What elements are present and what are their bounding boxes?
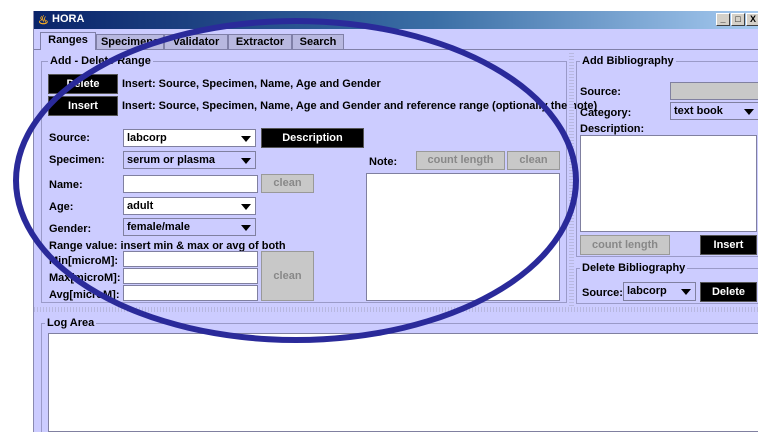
note-count-length-button[interactable]: count length: [416, 151, 505, 170]
bib-count-length-button[interactable]: count length: [580, 235, 670, 255]
name-label: Name:: [49, 179, 83, 191]
name-clean-button[interactable]: clean: [261, 174, 314, 193]
bib-insert-button[interactable]: Insert: [700, 235, 757, 255]
bib-description-label: Description:: [580, 123, 645, 135]
min-label: Min[microM]:: [49, 255, 119, 267]
title-bar[interactable]: ♨ HORA _ □ X: [34, 11, 758, 29]
chevron-down-icon: [241, 225, 251, 231]
horizontal-splitter[interactable]: [34, 307, 758, 312]
log-area-title: Log Area: [45, 317, 97, 329]
chevron-down-icon: [241, 158, 251, 164]
name-input[interactable]: [123, 175, 258, 193]
source-value: labcorp: [127, 132, 167, 144]
specimen-value: serum or plasma: [127, 154, 216, 166]
delete-bib-source-value: labcorp: [627, 285, 667, 297]
gender-value: female/male: [127, 221, 190, 233]
range-clean-button[interactable]: clean: [261, 251, 314, 301]
log-textarea[interactable]: [48, 333, 758, 432]
tab-ranges[interactable]: Ranges: [40, 32, 96, 50]
tab-validator[interactable]: Validator: [164, 34, 228, 50]
chevron-down-icon: [681, 289, 691, 295]
bib-delete-button[interactable]: Delete: [700, 282, 757, 302]
insert-hint: Insert: Source, Specimen, Name, Age and …: [122, 100, 598, 112]
chevron-down-icon: [241, 204, 251, 210]
java-cup-icon: ♨: [38, 13, 49, 27]
max-label: Max[microM]:: [49, 272, 121, 284]
minimize-button[interactable]: _: [716, 13, 730, 26]
tab-search[interactable]: Search: [292, 34, 344, 50]
vertical-splitter[interactable]: [569, 52, 574, 306]
max-input[interactable]: [123, 268, 258, 284]
source-label: Source:: [49, 132, 90, 144]
source-dropdown[interactable]: labcorp: [123, 129, 256, 147]
age-value: adult: [127, 200, 154, 212]
delete-bib-source-dropdown[interactable]: labcorp: [623, 282, 696, 301]
bib-category-dropdown[interactable]: text book: [670, 102, 758, 120]
bib-description-textarea[interactable]: [580, 135, 757, 232]
bib-source-label: Source:: [580, 86, 621, 98]
delete-range-button[interactable]: Delete: [48, 74, 118, 94]
description-button[interactable]: Description: [261, 128, 364, 148]
avg-input[interactable]: [123, 285, 258, 301]
bib-category-label: Category:: [580, 107, 632, 119]
tab-specimens[interactable]: Specimens: [96, 34, 164, 50]
window-title: HORA: [52, 13, 85, 25]
note-label: Note:: [369, 156, 398, 168]
age-dropdown[interactable]: adult: [123, 197, 256, 215]
tab-divider: [34, 49, 758, 50]
insert-range-button[interactable]: Insert: [48, 96, 118, 116]
min-input[interactable]: [123, 251, 258, 267]
chevron-down-icon: [241, 136, 251, 142]
maximize-button[interactable]: □: [731, 13, 745, 26]
specimen-dropdown[interactable]: serum or plasma: [123, 151, 256, 169]
chevron-down-icon: [744, 109, 754, 115]
avg-label: Avg[microM]:: [49, 289, 120, 301]
delete-bibliography-title: Delete Bibliography: [580, 262, 688, 274]
tab-extractor[interactable]: Extractor: [228, 34, 292, 50]
gender-dropdown[interactable]: female/male: [123, 218, 256, 236]
note-textarea[interactable]: [366, 173, 560, 301]
bib-source-input[interactable]: [670, 82, 758, 100]
gender-label: Gender:: [49, 223, 92, 235]
age-label: Age:: [49, 201, 74, 213]
add-bibliography-title: Add Bibliography: [580, 55, 676, 67]
add-delete-range-title: Add - Delete Range: [48, 55, 153, 67]
hora-window: ♨ HORA _ □ X Ranges Specimens Validator …: [33, 11, 758, 432]
delete-hint: Insert: Source, Specimen, Name, Age and …: [122, 78, 381, 90]
close-button[interactable]: X: [746, 13, 758, 26]
note-clean-button[interactable]: clean: [507, 151, 560, 170]
bib-category-value: text book: [674, 105, 723, 117]
specimen-label: Specimen:: [49, 154, 105, 166]
delete-bib-source-label: Source:: [582, 287, 623, 299]
